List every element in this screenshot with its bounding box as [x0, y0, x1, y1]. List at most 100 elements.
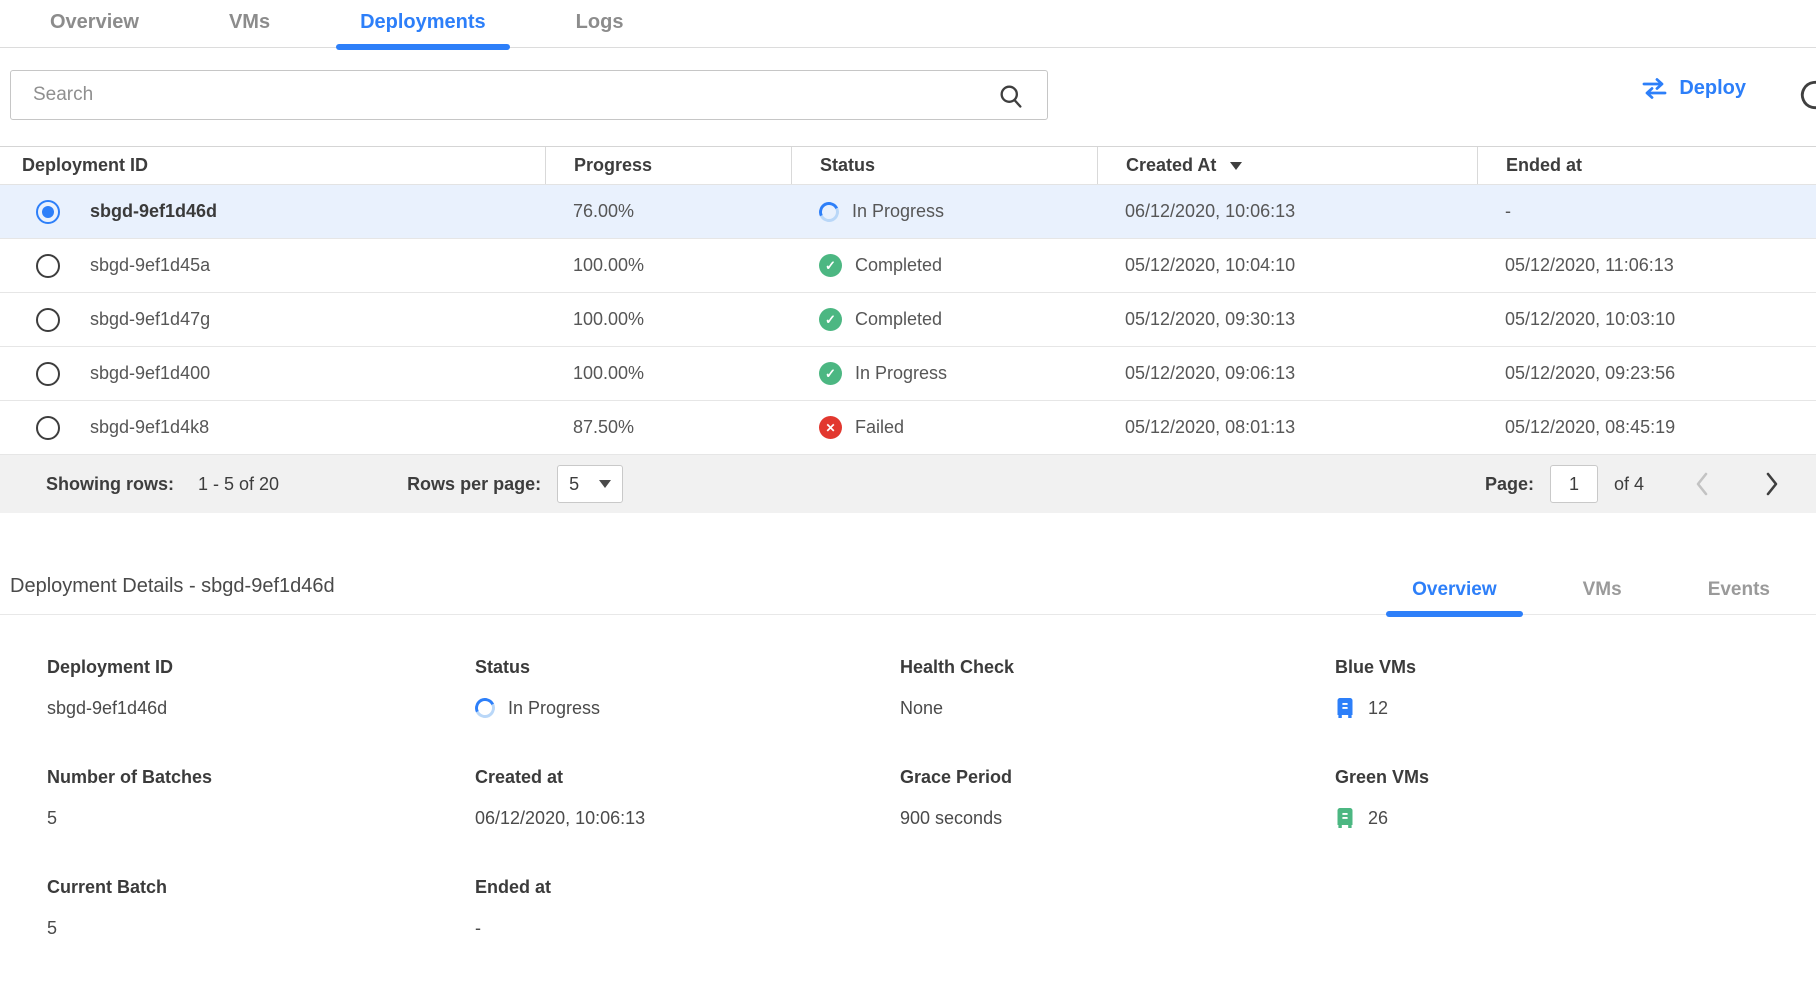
deployment-id: sbgd-9ef1d47g: [90, 309, 210, 330]
detail-field-value: In Progress: [508, 698, 600, 719]
details-title: Deployment Details - sbgd-9ef1d46d: [10, 575, 335, 614]
deployments-table: Deployment ID Progress Status Created At…: [0, 146, 1816, 513]
tab-logs[interactable]: Logs: [552, 11, 648, 47]
table-row[interactable]: sbgd-9ef1d46d 76.00% In Progress 06/12/2…: [0, 185, 1816, 239]
deployment-details-section: Deployment Details - sbgd-9ef1d46d Overv…: [0, 575, 1816, 941]
tab-label: Overview: [50, 11, 139, 33]
pagination-controls: Page: of 4: [1485, 465, 1796, 503]
progress-value: 76.00%: [573, 201, 634, 222]
row-radio[interactable]: [36, 416, 60, 440]
details-tab-overview[interactable]: Overview: [1386, 579, 1523, 614]
row-radio[interactable]: [36, 254, 60, 278]
deployment-id: sbgd-9ef1d46d: [90, 201, 217, 222]
details-header: Deployment Details - sbgd-9ef1d46d Overv…: [0, 575, 1816, 615]
table-row[interactable]: sbgd-9ef1d400 100.00% In Progress 05/12/…: [0, 347, 1816, 401]
detail-field-value: sbgd-9ef1d46d: [47, 698, 167, 719]
details-tab-vms[interactable]: VMs: [1557, 579, 1648, 614]
showing-rows-value: 1 - 5 of 20: [198, 474, 279, 495]
tab-vms[interactable]: VMs: [205, 11, 294, 47]
detail-field: Health Check None: [900, 657, 1335, 721]
table-header: Deployment ID Progress Status Created At…: [0, 147, 1816, 185]
details-grid: Deployment ID sbgd-9ef1d46d Status: [0, 615, 1816, 941]
page-number-input[interactable]: [1550, 465, 1598, 503]
detail-field-label: Health Check: [900, 657, 1335, 678]
row-radio[interactable]: [36, 200, 60, 224]
row-radio[interactable]: [36, 308, 60, 332]
progress-value: 100.00%: [573, 363, 644, 384]
chevron-left-icon: [1694, 470, 1712, 498]
spinner-icon: [472, 695, 498, 721]
column-header-status[interactable]: Status: [791, 147, 1097, 184]
table-footer: Showing rows: 1 - 5 of 20 Rows per page:…: [0, 455, 1816, 513]
cross-status-icon: [819, 416, 842, 439]
row-radio[interactable]: [36, 362, 60, 386]
detail-field-value: 900 seconds: [900, 808, 1002, 829]
tab-label: Deployments: [360, 11, 486, 33]
top-tabbar: Overview VMs Deployments Logs: [0, 0, 1816, 48]
search-input[interactable]: [11, 84, 1047, 106]
detail-field-label: Number of Batches: [47, 767, 475, 788]
check-status-icon: [819, 254, 842, 277]
detail-field-value: 12: [1368, 698, 1388, 719]
table-row[interactable]: sbgd-9ef1d47g 100.00% Completed 05/12/20…: [0, 293, 1816, 347]
progress-value: 100.00%: [573, 309, 644, 330]
detail-field-value: 5: [47, 808, 57, 829]
progress-value: 87.50%: [573, 417, 634, 438]
detail-field: Ended at -: [475, 877, 900, 941]
check-status-icon: [819, 308, 842, 331]
table-row[interactable]: sbgd-9ef1d4k8 87.50% Failed 05/12/2020, …: [0, 401, 1816, 455]
status-label: Failed: [855, 417, 904, 438]
tab-overview[interactable]: Overview: [26, 11, 163, 47]
detail-field-label: Created at: [475, 767, 900, 788]
detail-field: Status In Progress: [475, 657, 900, 721]
rows-per-page-label: Rows per page:: [407, 474, 541, 495]
detail-field: Green VMs 26: [1335, 767, 1816, 831]
progress-value: 100.00%: [573, 255, 644, 276]
status-label: Completed: [855, 309, 942, 330]
created-at-value: 05/12/2020, 08:01:13: [1125, 417, 1295, 438]
search-box[interactable]: [10, 70, 1048, 120]
tab-label: Logs: [576, 11, 624, 33]
detail-field-value: 06/12/2020, 10:06:13: [475, 808, 645, 829]
detail-field: Current Batch 5: [47, 877, 475, 941]
detail-field-value: 5: [47, 918, 57, 939]
vm-icon: [1335, 807, 1355, 829]
status-label: In Progress: [855, 363, 947, 384]
ended-at-value: 05/12/2020, 10:03:10: [1505, 309, 1675, 330]
detail-field: Blue VMs 12: [1335, 657, 1816, 721]
showing-rows-label: Showing rows:: [46, 474, 174, 495]
deployment-id: sbgd-9ef1d400: [90, 363, 210, 384]
detail-field: Created at 06/12/2020, 10:06:13: [475, 767, 900, 831]
detail-field-label: Green VMs: [1335, 767, 1816, 788]
detail-field: Deployment ID sbgd-9ef1d46d: [47, 657, 475, 721]
created-at-value: 05/12/2020, 09:06:13: [1125, 363, 1295, 384]
vm-icon: [1335, 697, 1355, 719]
ended-at-value: 05/12/2020, 08:45:19: [1505, 417, 1675, 438]
spinner-status-icon: [816, 199, 842, 225]
details-tab-events[interactable]: Events: [1682, 579, 1796, 614]
toolbar: Deploy: [10, 70, 1816, 120]
rows-per-page-value: 5: [569, 474, 579, 495]
previous-page-button[interactable]: [1684, 470, 1722, 498]
column-header-created-at[interactable]: Created At: [1097, 147, 1477, 184]
chevron-down-icon: [599, 480, 611, 488]
refresh-icon[interactable]: [1796, 76, 1816, 119]
rows-per-page-select[interactable]: 5: [557, 465, 623, 503]
deploy-button[interactable]: Deploy: [1641, 77, 1746, 100]
created-at-value: 06/12/2020, 10:06:13: [1125, 201, 1295, 222]
detail-field-value: None: [900, 698, 943, 719]
table-row[interactable]: sbgd-9ef1d45a 100.00% Completed 05/12/20…: [0, 239, 1816, 293]
column-header-deployment-id[interactable]: Deployment ID: [0, 147, 545, 184]
detail-field-value: 26: [1368, 808, 1388, 829]
created-at-value: 05/12/2020, 10:04:10: [1125, 255, 1295, 276]
next-page-button[interactable]: [1752, 470, 1790, 498]
deployment-id: sbgd-9ef1d45a: [90, 255, 210, 276]
column-header-ended-at[interactable]: Ended at: [1477, 147, 1816, 184]
tab-deployments[interactable]: Deployments: [336, 11, 510, 47]
sort-desc-icon[interactable]: [1230, 162, 1242, 170]
detail-field-label: Status: [475, 657, 900, 678]
column-header-progress[interactable]: Progress: [545, 147, 791, 184]
ended-at-value: -: [1505, 201, 1511, 222]
detail-field-value: -: [475, 918, 481, 939]
search-icon[interactable]: [997, 82, 1025, 110]
